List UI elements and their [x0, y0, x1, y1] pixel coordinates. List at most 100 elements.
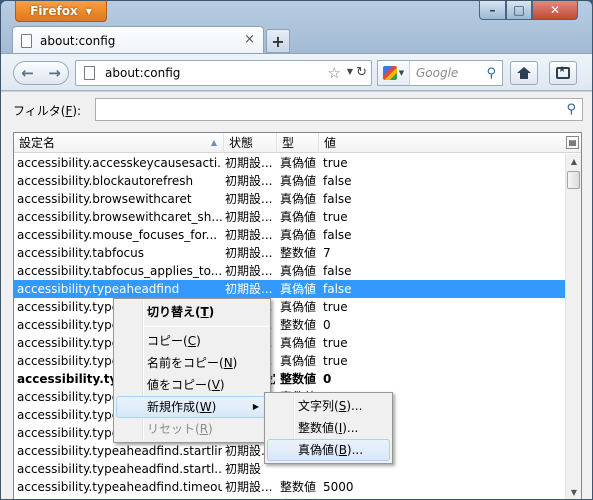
pref-type-cell: 真偽値: [280, 264, 317, 278]
context_menu-item[interactable]: リセット(R): [114, 418, 270, 440]
pref-status-cell: 初期設...: [225, 264, 273, 278]
firefox-window: Firefox ▼ – □ ✕ about:config × + ← → abo…: [0, 0, 593, 500]
submenu-item[interactable]: 文字列(S)...: [265, 395, 392, 417]
chevron-down-icon: ▼: [85, 6, 92, 16]
column-header-value[interactable]: 値: [319, 133, 566, 153]
search-icon[interactable]: ⚲: [486, 66, 502, 81]
pref-type-cell: 真偽値: [280, 300, 317, 314]
table-row[interactable]: accessibility.mouse_focuses_for... 初期設...…: [14, 226, 565, 244]
submenu-item[interactable]: 整数値(I)...: [265, 417, 392, 439]
back-icon[interactable]: ←: [14, 64, 41, 82]
table-row[interactable]: accessibility.typeaheadfind 初期設... 真偽値 fals…: [14, 280, 565, 298]
scroll-up-icon[interactable]: ▲: [566, 154, 581, 170]
pref-name-cell: accessibility.typeaheadfind.startlinkson…: [17, 444, 222, 458]
submenu-item[interactable]: 真偽値(B)...: [267, 439, 390, 461]
pref-value-cell: false: [323, 174, 352, 188]
pref-value-cell: 5000: [323, 480, 354, 494]
menu-separator: [144, 326, 268, 327]
table-row[interactable]: accessibility.typeaheadfind.flashBar初期設.…: [14, 352, 565, 370]
close-window-button[interactable]: ✕: [532, 1, 578, 20]
scroll-down-icon[interactable]: ▼: [566, 485, 581, 499]
reload-icon[interactable]: ↻: [356, 65, 367, 80]
navigation-toolbar: ← → about:config ☆ ▼ ↻ ▼ Google ⚲: [1, 53, 592, 91]
pref-status-cell: 初期設...: [225, 210, 273, 224]
pref-status-cell: 初期設...: [225, 156, 273, 170]
pref-value-cell: true: [323, 300, 348, 314]
bookmark-star-icon[interactable]: ☆: [328, 64, 341, 82]
pref-status-cell: 初期設...: [225, 246, 273, 260]
filter-input[interactable]: ⚲: [95, 98, 583, 121]
firefox-menu-button[interactable]: Firefox ▼: [15, 1, 107, 22]
pref-type-cell: 真偽値: [280, 228, 317, 242]
bookmarks-button[interactable]: [549, 61, 577, 85]
column-header-status[interactable]: 状態: [224, 133, 277, 153]
url-bar[interactable]: about:config ☆ ▼ ↻: [75, 60, 372, 86]
table-row[interactable]: accessibility.tabfocus 初期設... 整数値 7: [14, 244, 565, 262]
pref-name-cell: accessibility.typeaheadfind: [17, 282, 180, 296]
search-engine-button[interactable]: ▼: [378, 61, 410, 85]
scrollbar-thumb[interactable]: [567, 171, 580, 189]
table-row[interactable]: accessibility.typeaheadfind.enablesound初…: [14, 316, 565, 334]
url-text[interactable]: about:config: [105, 66, 180, 80]
pref-name-cell: accessibility.browsewithcaret_sh...: [17, 210, 222, 224]
context-menu: 切り替え(T) コピー(C) 名前をコピー(N) 値をコピー(V) 新規作成(W) ▶ リセ…: [113, 298, 271, 443]
pref-name-cell: accessibility.tabfocus_applies_to...: [17, 264, 222, 278]
vertical-scrollbar[interactable]: ▲ ▼: [565, 154, 581, 499]
close-tab-icon[interactable]: ×: [244, 32, 255, 47]
pref-value-cell: true: [323, 336, 348, 350]
new-tab-button[interactable]: +: [266, 29, 290, 53]
search-placeholder[interactable]: Google: [410, 66, 486, 80]
table-row[interactable]: accessibility.tabfocus_applies_to... 初期設.…: [14, 262, 565, 280]
column-header-name[interactable]: 設定名 ▲: [14, 133, 224, 153]
forward-icon[interactable]: →: [41, 64, 68, 82]
new-submenu: 文字列(S)... 整数値(I)... 真偽値(B)...: [264, 392, 393, 464]
pref-name-cell: accessibility.tabfocus: [17, 246, 144, 260]
history-dropdown-icon[interactable]: ▼: [347, 67, 353, 76]
pref-status-cell: 初期設...: [225, 282, 273, 296]
page-icon: [21, 33, 32, 48]
pref-value-cell: false: [323, 192, 352, 206]
minimize-button[interactable]: –: [479, 1, 506, 20]
table-row[interactable]: accessibility.blockautorefresh 初期設... 真偽値 f…: [14, 172, 565, 190]
tab-about-config[interactable]: about:config ×: [12, 26, 264, 54]
table-row[interactable]: accessibility.accesskeycausesacti... 初期設.…: [14, 154, 565, 172]
column-picker-icon[interactable]: ▤: [566, 136, 579, 149]
site-identity-icon[interactable]: [84, 66, 95, 80]
table-row[interactable]: accessibility.typeaheadfind.linksonlyユーザ…: [14, 370, 565, 388]
pref-type-cell: 真偽値: [280, 192, 317, 206]
column-header-type[interactable]: 型: [277, 133, 319, 153]
context_menu-item[interactable]: 名前をコピー(N): [114, 352, 270, 374]
pref-value-cell: false: [323, 228, 352, 242]
context_menu-item[interactable]: 切り替え(T): [114, 301, 270, 323]
pref-status-cell: 初期設...: [225, 496, 275, 499]
firefox-menu-label: Firefox: [30, 4, 78, 18]
pref-name-cell: accessibility.browsewithcaret: [17, 192, 192, 206]
table-row[interactable]: accessibility.usebrailledisplay初期設... 文字列: [14, 496, 565, 499]
pref-name-cell: accessibility.usebrailledisplay: [17, 496, 222, 499]
search-bar[interactable]: ▼ Google ⚲: [377, 60, 503, 86]
pref-name-cell: accessibility.accesskeycausesacti...: [17, 156, 222, 170]
pref-type-cell: 真偽値: [280, 174, 317, 188]
table-row[interactable]: accessibility.typeaheadfind.timeout 初期設..…: [14, 478, 565, 496]
pref-type-cell: 文字列: [280, 496, 320, 499]
context_menu-item[interactable]: コピー(C): [114, 330, 270, 352]
pref-value-cell: true: [323, 354, 348, 368]
table-row[interactable]: accessibility.browsewithcaret_sh... 初期設..…: [14, 208, 565, 226]
pref-value-cell: false: [323, 282, 352, 296]
search-icon[interactable]: ⚲: [566, 102, 576, 117]
table-header: 設定名 ▲ 状態 型 値 ▤: [14, 133, 581, 153]
pref-type-cell: 真偽値: [280, 336, 317, 350]
pref-type-cell: 真偽値: [280, 354, 317, 368]
pref-value-cell: 0: [323, 372, 332, 386]
pref-value-cell: 7: [323, 246, 331, 260]
pref-type-cell: 真偽値: [280, 210, 317, 224]
table-row[interactable]: accessibility.browsewithcaret 初期設... 真偽値 fa…: [14, 190, 565, 208]
maximize-button[interactable]: □: [506, 1, 532, 20]
pref-type-cell: 整数値: [280, 318, 317, 332]
context_menu-item[interactable]: 値をコピー(V): [114, 374, 270, 396]
table-row[interactable]: accessibility.typeaheadfind.autostart初期設…: [14, 298, 565, 316]
table-row[interactable]: accessibility.typeaheadfind.enabletimeou…: [14, 334, 565, 352]
home-button[interactable]: [510, 61, 538, 85]
pref-status-cell: 初期設...: [225, 174, 273, 188]
context_menu-item[interactable]: 新規作成(W) ▶: [116, 396, 268, 418]
